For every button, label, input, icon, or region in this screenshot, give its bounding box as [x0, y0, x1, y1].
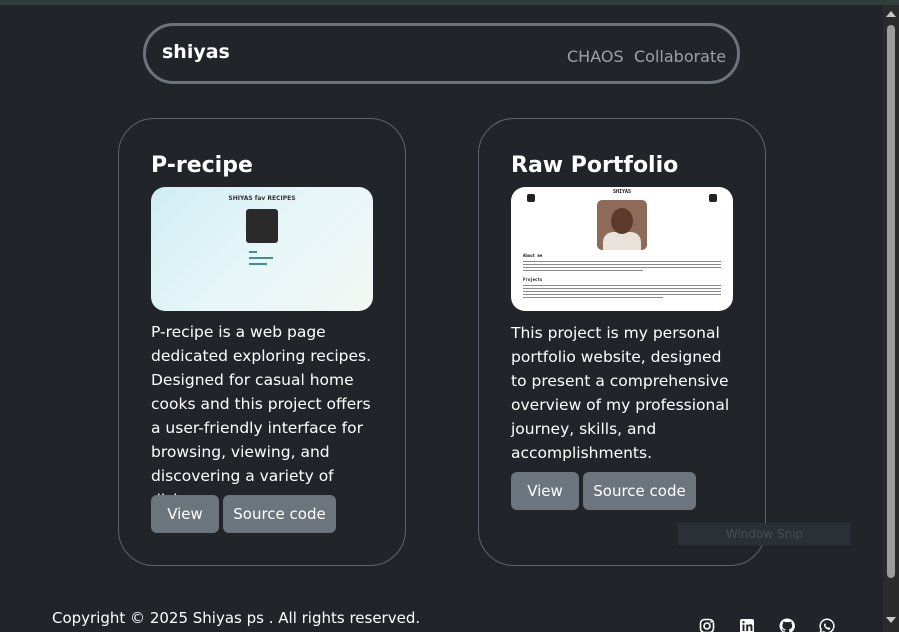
thumbnail-profile-photo — [597, 200, 647, 250]
project-card-precipe: P-recipe SHIYAS fav RECIPES P-recipe is … — [118, 118, 406, 566]
thumbnail-heading: Projects — [523, 277, 543, 282]
window-snip-overlay: Window Snip — [678, 523, 851, 545]
photo-face — [611, 208, 633, 234]
github-icon[interactable] — [779, 618, 795, 632]
scroll-down-arrow-icon[interactable] — [886, 617, 896, 623]
thumbnail-text-line — [523, 291, 721, 292]
view-button[interactable]: View — [511, 472, 579, 510]
nav-link-chaos[interactable]: CHAOS — [567, 47, 624, 66]
project-description: This project is my personal portfolio we… — [511, 324, 730, 462]
project-thumbnail: SHIYAS fav RECIPES — [151, 187, 373, 311]
thumbnail-text-line — [523, 270, 643, 271]
project-description: P-recipe is a web page dedicated explori… — [151, 323, 372, 509]
scroll-up-arrow-icon[interactable] — [886, 11, 896, 17]
thumbnail-text-line — [523, 294, 721, 295]
project-card-raw-portfolio: Raw Portfolio SHIYAS About me Projects T… — [478, 118, 766, 566]
navbar: shiyas CHAOS Collaborate — [143, 23, 740, 84]
source-code-button[interactable]: Source code — [583, 472, 696, 510]
thumbnail-heading: About me — [523, 253, 543, 258]
thumbnail-line — [249, 251, 257, 253]
project-thumbnail: SHIYAS About me Projects — [511, 187, 733, 311]
whatsapp-icon[interactable] — [819, 618, 835, 632]
thumbnail-line — [249, 263, 267, 265]
thumbnail-text-line — [523, 297, 663, 298]
linkedin-icon[interactable] — [739, 618, 755, 632]
thumbnail-image — [246, 209, 278, 243]
project-title: Raw Portfolio — [511, 153, 679, 178]
instagram-icon[interactable] — [699, 618, 715, 632]
photo-shirt — [603, 232, 641, 250]
thumbnail-caption: SHIYAS fav RECIPES — [228, 195, 296, 202]
thumbnail-text-line — [523, 261, 721, 262]
project-title: P-recipe — [151, 153, 253, 178]
window-top-strip — [0, 0, 899, 5]
brand-logo[interactable]: shiyas — [162, 41, 230, 63]
thumbnail-text-line — [523, 264, 721, 265]
thumbnail-line — [249, 257, 273, 259]
thumbnail-text-line — [523, 267, 721, 268]
scrollbar-thumb[interactable] — [887, 25, 895, 578]
thumbnail-menu-icon — [527, 194, 535, 202]
thumbnail-caption: SHIYAS — [612, 189, 632, 195]
thumbnail-text-line — [523, 288, 721, 289]
nav-link-collaborate[interactable]: Collaborate — [634, 47, 726, 66]
view-button[interactable]: View — [151, 495, 219, 533]
source-code-button[interactable]: Source code — [223, 495, 336, 533]
footer-copyright: Copyright © 2025 Shiyas ps . All rights … — [52, 609, 421, 627]
vertical-scrollbar[interactable] — [883, 5, 899, 632]
thumbnail-theme-icon — [709, 194, 717, 202]
thumbnail-text-line — [523, 285, 721, 286]
